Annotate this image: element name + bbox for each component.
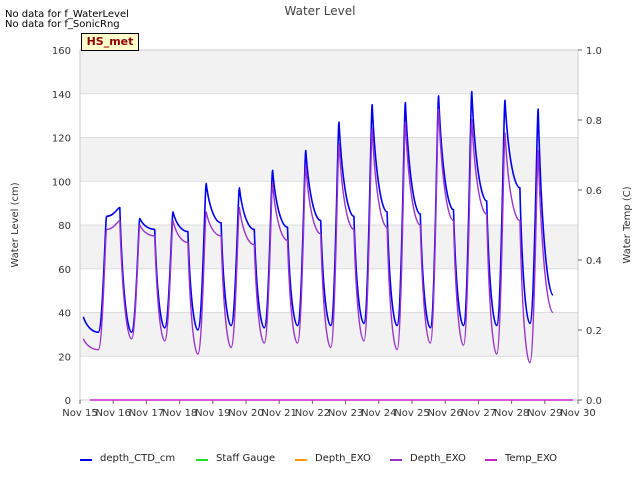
legend-label: Depth_EXO <box>315 453 371 464</box>
y-tick-label: 120 <box>52 134 71 145</box>
y2-tick-label: 0.4 <box>586 256 602 267</box>
chart: 0 20 40 60 80 100 120 140 160 0.0 0.2 0.4 0.6 0.8 1.0 N… <box>10 4 633 419</box>
legend-label: depth_CTD_cm <box>100 453 176 464</box>
y2-tick-label: 0.6 <box>586 186 602 197</box>
legend-swatch <box>485 459 497 461</box>
x-tick-label: Nov 28 <box>494 408 529 419</box>
x-tick-label: Nov 26 <box>427 408 462 419</box>
no-data-note-2: No data for f_SonicRng <box>5 19 120 30</box>
y-tick-label: 40 <box>58 309 71 320</box>
y-axis-title: Water Level (cm) <box>10 182 21 267</box>
legend-swatch <box>295 459 307 461</box>
x-tick-label: Nov 27 <box>461 408 496 419</box>
legend-swatch <box>390 459 402 461</box>
chart-title: Water Level <box>285 4 356 18</box>
station-badge: HS_met <box>81 33 139 51</box>
x-tick-label: Nov 16 <box>95 408 130 419</box>
x-tick-label: Nov 21 <box>261 408 296 419</box>
y2-axis-title: Water Temp (C) <box>622 186 633 263</box>
x-tick-label: Nov 20 <box>228 408 263 419</box>
plot-band <box>80 50 578 94</box>
x-tick-label: Nov 23 <box>328 408 363 419</box>
x-tick-label: Nov 25 <box>394 408 429 419</box>
x-tick-label: Nov 30 <box>560 408 595 419</box>
x-tick-label: Nov 18 <box>162 408 197 419</box>
x-tick-label: Nov 22 <box>295 408 330 419</box>
legend-label: Staff Gauge <box>216 453 276 464</box>
y2-tick-label: 0.2 <box>586 326 602 337</box>
y-tick-label: 20 <box>58 352 71 363</box>
y2-tick-label: 0.0 <box>586 396 602 407</box>
legend-swatch <box>196 459 208 461</box>
series-line-depth-ctd <box>82 90 554 333</box>
y2-tick-label: 1.0 <box>586 46 602 57</box>
y-tick-label: 60 <box>58 265 71 276</box>
x-tick-label: Nov 19 <box>195 408 230 419</box>
y-tick-label: 80 <box>58 221 71 232</box>
y-tick-label: 160 <box>52 46 71 57</box>
legend-label: Temp_EXO <box>505 453 558 464</box>
y2-tick-label: 0.8 <box>586 116 602 127</box>
legend-swatch <box>80 459 92 461</box>
x-tick-label: Nov 15 <box>62 408 97 419</box>
y-tick-label: 100 <box>52 177 71 188</box>
x-tick-label: Nov 24 <box>361 408 396 419</box>
y-tick-label: 0 <box>65 396 71 407</box>
x-tick-label: Nov 17 <box>129 408 164 419</box>
x-tick-label: Nov 29 <box>527 408 562 419</box>
legend: depth_CTD_cm Staff Gauge Depth_EXO Depth… <box>0 452 640 468</box>
y-tick-label: 140 <box>52 90 71 101</box>
plot-band <box>80 312 578 357</box>
legend-label: Depth_EXO <box>410 453 466 464</box>
